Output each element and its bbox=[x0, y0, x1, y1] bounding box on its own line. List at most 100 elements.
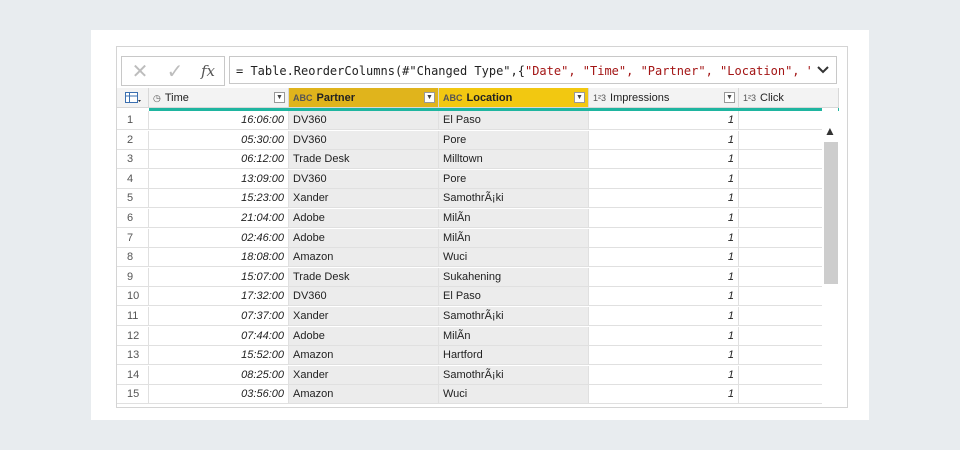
table-cell-time[interactable]: 07:37:00 bbox=[149, 307, 289, 326]
table-cell-click[interactable] bbox=[739, 111, 823, 130]
fx-icon[interactable]: fx bbox=[193, 56, 223, 86]
row-number[interactable]: 2 bbox=[117, 130, 149, 150]
row-number[interactable]: 11 bbox=[117, 307, 149, 326]
row-number[interactable]: 4 bbox=[117, 169, 149, 189]
table-cell-location[interactable]: MilÃ­n bbox=[439, 209, 589, 228]
vertical-scrollbar[interactable]: ▲ bbox=[822, 108, 838, 406]
table-cell-impressions[interactable]: 1 bbox=[589, 385, 739, 405]
table-cell-partner[interactable]: Amazon bbox=[289, 346, 439, 366]
table-cell-impressions[interactable]: 1 bbox=[589, 189, 739, 209]
table-cell-click[interactable] bbox=[739, 287, 823, 307]
table-cell-location[interactable]: Pore bbox=[439, 130, 589, 150]
table-cell-impressions[interactable]: 1 bbox=[589, 267, 739, 287]
formula-input[interactable]: = Table.ReorderColumns(#"Changed Type",{… bbox=[229, 56, 837, 84]
table-cell-impressions[interactable]: 1 bbox=[589, 326, 739, 346]
row-number[interactable]: 5 bbox=[117, 189, 149, 209]
table-cell-time[interactable]: 06:12:00 bbox=[149, 150, 289, 170]
table-cell-impressions[interactable]: 1 bbox=[589, 169, 739, 189]
row-number[interactable]: 9 bbox=[117, 267, 149, 287]
table-cell-partner[interactable]: Trade Desk bbox=[289, 150, 439, 170]
row-number[interactable]: 13 bbox=[117, 346, 149, 366]
close-icon[interactable]: ✕ bbox=[125, 56, 155, 86]
chevron-down-icon[interactable] bbox=[810, 57, 836, 83]
table-cell-location[interactable]: Wuci bbox=[439, 248, 589, 268]
table-cell-partner[interactable]: Adobe bbox=[289, 326, 439, 346]
table-cell-time[interactable]: 03:56:00 bbox=[149, 385, 289, 405]
table-cell-partner[interactable]: Adobe bbox=[289, 209, 439, 228]
table-cell-impressions[interactable]: 1 bbox=[589, 130, 739, 150]
table-cell-impressions[interactable]: 1 bbox=[589, 346, 739, 366]
table-cell-click[interactable] bbox=[739, 326, 823, 346]
table-menu-icon[interactable] bbox=[117, 88, 149, 108]
table-cell-click[interactable] bbox=[739, 189, 823, 209]
table-cell-location[interactable]: Milltown bbox=[439, 150, 589, 170]
table-cell-impressions[interactable]: 1 bbox=[589, 150, 739, 170]
table-cell-impressions[interactable]: 1 bbox=[589, 248, 739, 268]
table-cell-time[interactable]: 21:04:00 bbox=[149, 209, 289, 228]
table-cell-partner[interactable]: Amazon bbox=[289, 385, 439, 405]
table-cell-time[interactable]: 02:46:00 bbox=[149, 228, 289, 248]
table-cell-time[interactable]: 05:30:00 bbox=[149, 130, 289, 150]
table-cell-click[interactable] bbox=[739, 150, 823, 170]
table-cell-click[interactable] bbox=[739, 169, 823, 189]
table-cell-click[interactable] bbox=[739, 307, 823, 326]
row-number[interactable]: 1 bbox=[117, 111, 149, 130]
table-cell-partner[interactable]: Adobe bbox=[289, 228, 439, 248]
column-filter-dropdown[interactable]: ▼ bbox=[424, 92, 435, 103]
table-cell-partner[interactable]: Xander bbox=[289, 365, 439, 385]
column-header-impressions[interactable]: 1²3 Impressions ▼ bbox=[589, 88, 739, 108]
table-cell-time[interactable]: 16:06:00 bbox=[149, 111, 289, 130]
column-filter-dropdown[interactable]: ▼ bbox=[574, 92, 585, 103]
table-cell-time[interactable]: 07:44:00 bbox=[149, 326, 289, 346]
table-cell-partner[interactable]: DV360 bbox=[289, 287, 439, 307]
column-filter-dropdown[interactable]: ▼ bbox=[724, 92, 735, 103]
table-cell-location[interactable]: SamothrÃ¡ki bbox=[439, 365, 589, 385]
table-cell-partner[interactable]: Amazon bbox=[289, 248, 439, 268]
table-cell-time[interactable]: 17:32:00 bbox=[149, 287, 289, 307]
table-cell-partner[interactable]: Xander bbox=[289, 189, 439, 209]
table-cell-time[interactable]: 15:52:00 bbox=[149, 346, 289, 366]
table-cell-partner[interactable]: DV360 bbox=[289, 169, 439, 189]
table-cell-location[interactable]: Sukahening bbox=[439, 267, 589, 287]
table-cell-click[interactable] bbox=[739, 365, 823, 385]
row-number[interactable]: 7 bbox=[117, 228, 149, 248]
table-cell-impressions[interactable]: 1 bbox=[589, 209, 739, 228]
column-header-partner[interactable]: ABC Partner ▼ bbox=[289, 88, 439, 108]
scroll-up-icon[interactable]: ▲ bbox=[822, 124, 838, 138]
table-cell-location[interactable]: Pore bbox=[439, 169, 589, 189]
table-cell-impressions[interactable]: 1 bbox=[589, 287, 739, 307]
table-cell-time[interactable]: 15:23:00 bbox=[149, 189, 289, 209]
row-number[interactable]: 8 bbox=[117, 248, 149, 268]
table-cell-click[interactable] bbox=[739, 385, 823, 405]
table-cell-click[interactable] bbox=[739, 228, 823, 248]
table-cell-location[interactable]: SamothrÃ¡ki bbox=[439, 307, 589, 326]
column-filter-dropdown[interactable]: ▼ bbox=[274, 92, 285, 103]
row-number[interactable]: 3 bbox=[117, 150, 149, 170]
table-cell-partner[interactable]: DV360 bbox=[289, 111, 439, 130]
table-cell-click[interactable] bbox=[739, 346, 823, 366]
table-cell-location[interactable]: MilÃ­n bbox=[439, 326, 589, 346]
table-cell-impressions[interactable]: 1 bbox=[589, 228, 739, 248]
row-number[interactable]: 12 bbox=[117, 326, 149, 346]
column-header-time[interactable]: ◷ Time ▼ bbox=[149, 88, 289, 108]
table-cell-impressions[interactable]: 1 bbox=[589, 307, 739, 326]
table-cell-location[interactable]: MilÃ­n bbox=[439, 228, 589, 248]
table-cell-time[interactable]: 18:08:00 bbox=[149, 248, 289, 268]
table-cell-time[interactable]: 15:07:00 bbox=[149, 267, 289, 287]
table-cell-location[interactable]: Wuci bbox=[439, 385, 589, 405]
table-cell-location[interactable]: Hartford bbox=[439, 346, 589, 366]
check-icon[interactable]: ✓ bbox=[160, 56, 190, 86]
table-cell-partner[interactable]: DV360 bbox=[289, 130, 439, 150]
table-cell-click[interactable] bbox=[739, 267, 823, 287]
column-header-location[interactable]: ABC Location ▼ bbox=[439, 88, 589, 108]
table-cell-time[interactable]: 13:09:00 bbox=[149, 169, 289, 189]
table-cell-click[interactable] bbox=[739, 248, 823, 268]
row-number[interactable]: 6 bbox=[117, 209, 149, 228]
row-number[interactable]: 15 bbox=[117, 385, 149, 405]
table-cell-click[interactable] bbox=[739, 209, 823, 228]
column-header-click[interactable]: 1²3 Click bbox=[739, 88, 839, 108]
table-cell-location[interactable]: El Paso bbox=[439, 111, 589, 130]
row-number[interactable]: 14 bbox=[117, 365, 149, 385]
table-cell-impressions[interactable]: 1 bbox=[589, 365, 739, 385]
table-cell-location[interactable]: SamothrÃ¡ki bbox=[439, 189, 589, 209]
